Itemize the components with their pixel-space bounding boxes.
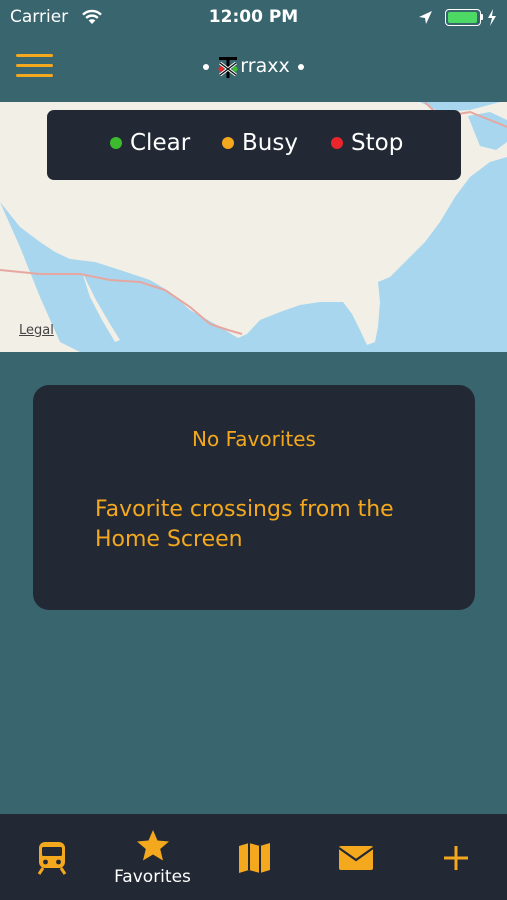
empty-favorites-title: No Favorites: [192, 427, 316, 451]
tab-bar: Favorites: [0, 814, 507, 900]
tab-map[interactable]: [204, 814, 305, 900]
busy-dot-icon: [222, 137, 234, 149]
stop-dot-icon: [331, 137, 343, 149]
app-title: rraxx: [0, 55, 507, 78]
legend-label-busy: Busy: [242, 130, 298, 156]
train-icon: [37, 842, 67, 875]
tab-favorites[interactable]: Favorites: [101, 814, 204, 900]
tab-mail[interactable]: [305, 814, 406, 900]
battery-cap: [481, 14, 483, 20]
nav-bar: rraxx: [0, 36, 507, 102]
empty-favorites-message: Favorite crossings from the Home Screen: [95, 497, 394, 552]
legend-item-stop: Stop: [331, 130, 403, 156]
tab-train[interactable]: [0, 814, 101, 900]
legend-item-busy: Busy: [222, 130, 298, 156]
map-icon: [239, 843, 270, 873]
crossing-logo-icon: [218, 56, 238, 78]
title-dot-right: [297, 63, 304, 70]
app-title-text: rraxx: [240, 55, 290, 77]
legend-label-stop: Stop: [351, 130, 404, 156]
envelope-icon: [338, 846, 374, 870]
tab-add[interactable]: [406, 814, 507, 900]
battery-icon: [445, 9, 481, 26]
legend-label-clear: Clear: [130, 130, 191, 156]
charging-bolt-icon: [488, 9, 496, 26]
tab-label-favorites: Favorites: [114, 867, 191, 887]
status-bar: Carrier 12:00 PM: [0, 0, 507, 36]
location-arrow-icon: [419, 11, 432, 24]
legend-item-clear: Clear: [110, 130, 190, 156]
star-icon: [137, 830, 169, 861]
title-dot-left: [203, 63, 210, 70]
status-legend: Clear Busy Stop: [47, 110, 461, 180]
empty-favorites-card: No Favorites Favorite crossings from the…: [33, 385, 475, 610]
plus-icon: [444, 846, 468, 870]
clear-dot-icon: [110, 137, 122, 149]
legal-link[interactable]: Legal: [19, 323, 54, 338]
